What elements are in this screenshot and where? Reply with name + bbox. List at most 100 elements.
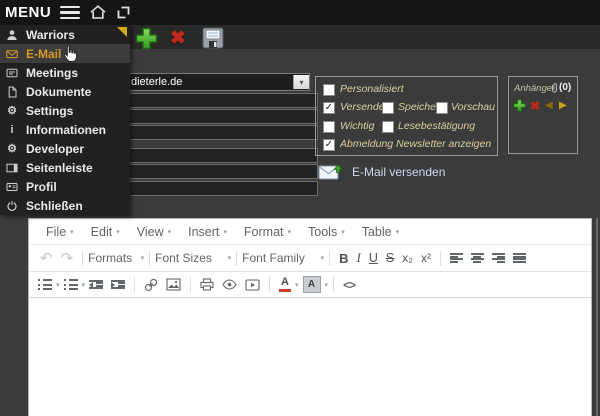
popout-window-icon[interactable] <box>116 5 131 20</box>
link-button[interactable] <box>140 274 162 296</box>
attachment-add-button[interactable] <box>513 99 526 112</box>
delete-button[interactable]: ✖ <box>170 29 186 48</box>
attachment-next-button[interactable]: ▶ <box>559 101 567 111</box>
align-center-button[interactable] <box>467 247 488 269</box>
bold-button[interactable]: B <box>335 247 352 269</box>
checkbox-vorschau[interactable] <box>436 102 448 114</box>
undo-button[interactable]: ↶ <box>36 247 57 269</box>
align-left-icon <box>450 252 463 264</box>
menu-item-settings[interactable]: ⚙ Settings <box>0 101 130 120</box>
editor-menu-tools[interactable]: Tools▾ <box>308 225 345 239</box>
font-family-dropdown[interactable]: Font Family▾ <box>242 251 324 265</box>
checkbox-label-wichtig: Wichtig <box>340 120 374 132</box>
hamburger-icon[interactable] <box>60 6 80 20</box>
form-input-3[interactable] <box>124 125 318 140</box>
bullet-list-icon <box>38 279 52 290</box>
email-domain-select[interactable]: dieterle.de ▾ <box>124 73 310 91</box>
menu-item-email[interactable]: E-Mail <box>0 44 130 63</box>
subscript-button[interactable]: x₂ <box>398 247 417 269</box>
form-input-1[interactable] <box>124 93 318 108</box>
attachments-count: (0) <box>559 82 571 93</box>
menu-item-meetings[interactable]: Meetings <box>0 63 130 82</box>
source-code-button[interactable]: <> <box>339 274 359 296</box>
form-input-4[interactable] <box>124 148 318 163</box>
checkbox-versenden[interactable]: ✓ <box>323 102 335 114</box>
form-input-5[interactable] <box>124 164 318 179</box>
chevron-down-icon: ▾ <box>299 78 303 87</box>
menu-item-warriors[interactable]: Warriors <box>0 25 130 44</box>
checkbox-lesebestaetigung[interactable] <box>382 121 394 133</box>
bullet-list-button[interactable] <box>34 274 56 296</box>
editor-menu-file[interactable]: File▾ <box>46 225 74 239</box>
top-bar: MENU <box>0 0 600 25</box>
editor-menu-format[interactable]: Format▾ <box>244 225 291 239</box>
scrollbar[interactable] <box>596 218 598 416</box>
numbered-list-icon <box>64 279 78 290</box>
eye-icon <box>222 279 237 290</box>
editor-content-area[interactable] <box>29 299 591 416</box>
align-right-button[interactable] <box>488 247 509 269</box>
form-input-2[interactable] <box>124 109 318 124</box>
menu-item-seitenleiste[interactable]: Seitenleiste <box>0 158 130 177</box>
send-options-panel: Personalisiert ✓ Versenden Speichern Vor… <box>315 76 498 156</box>
background-color-icon: A <box>303 276 321 293</box>
checkbox-abmeldung-newsletter[interactable]: ✓ <box>323 139 335 151</box>
preview-button[interactable] <box>218 274 241 296</box>
print-button[interactable] <box>196 274 218 296</box>
italic-button[interactable]: I <box>353 247 365 269</box>
formats-dropdown[interactable]: Formats▾ <box>88 251 144 265</box>
numbered-list-button[interactable] <box>60 274 82 296</box>
media-icon <box>245 279 260 291</box>
align-center-icon <box>471 252 484 264</box>
align-justify-button[interactable] <box>509 247 530 269</box>
chevron-down-icon[interactable]: ▾ <box>325 281 329 289</box>
menu-item-schliessen[interactable]: Schließen <box>0 196 130 215</box>
outdent-button[interactable] <box>85 274 107 296</box>
chevron-down-icon: ▾ <box>228 254 232 262</box>
outdent-icon <box>89 279 103 291</box>
form-input-6[interactable] <box>124 181 318 196</box>
checkbox-label-lesebestaetigung: Lesebestätigung <box>398 120 475 132</box>
meeting-card-icon <box>5 67 19 79</box>
chevron-down-icon: ▾ <box>396 228 400 236</box>
select-dropdown-button[interactable]: ▾ <box>293 75 309 89</box>
align-left-button[interactable] <box>446 247 467 269</box>
underline-button[interactable]: U <box>365 247 382 269</box>
editor-menu-view[interactable]: View▾ <box>137 225 171 239</box>
strikethrough-button[interactable]: S <box>382 247 398 269</box>
home-icon[interactable] <box>89 4 107 21</box>
checkbox-speichern[interactable] <box>382 102 394 114</box>
chevron-down-icon: ▾ <box>321 254 325 262</box>
check-icon: ✓ <box>325 103 333 113</box>
insert-media-button[interactable] <box>241 274 264 296</box>
text-color-button[interactable]: A <box>275 274 295 296</box>
attachment-delete-button[interactable]: ✖ <box>530 100 540 112</box>
chevron-down-icon: ▾ <box>116 228 120 236</box>
add-button[interactable] <box>135 27 158 50</box>
menu-item-profil[interactable]: Profil <box>0 177 130 196</box>
editor-menu-edit[interactable]: Edit▾ <box>91 225 120 239</box>
background-color-button[interactable]: A <box>299 274 325 296</box>
superscript-button[interactable]: x² <box>417 247 435 269</box>
editor-menu-insert[interactable]: Insert▾ <box>188 225 227 239</box>
align-justify-icon <box>513 252 526 264</box>
checkbox-label-personalisiert: Personalisiert <box>340 83 404 95</box>
checkbox-personalisiert[interactable] <box>323 84 335 96</box>
plus-icon <box>513 99 526 112</box>
sidebar-icon <box>5 162 19 174</box>
font-sizes-dropdown[interactable]: Font Sizes▾ <box>155 251 231 265</box>
menu-item-developer[interactable]: ⚙ Developer <box>0 139 130 158</box>
indent-icon <box>111 279 125 291</box>
indent-button[interactable] <box>107 274 129 296</box>
insert-image-button[interactable] <box>162 274 185 296</box>
menu-item-dokumente[interactable]: Dokumente <box>0 82 130 101</box>
redo-button[interactable]: ↷ <box>57 247 78 269</box>
attachment-prev-button[interactable]: ◀ <box>545 101 553 111</box>
save-button[interactable] <box>202 27 224 49</box>
menu-item-informationen[interactable]: i Informationen <box>0 120 130 139</box>
editor-toolbar-2: ▾ ▾ A ▾ A ▾ <> <box>29 272 591 298</box>
align-right-icon <box>492 252 505 264</box>
editor-menu-table[interactable]: Table▾ <box>362 225 399 239</box>
send-email-button[interactable]: E-Mail versenden <box>318 163 445 181</box>
checkbox-wichtig[interactable] <box>323 121 335 133</box>
